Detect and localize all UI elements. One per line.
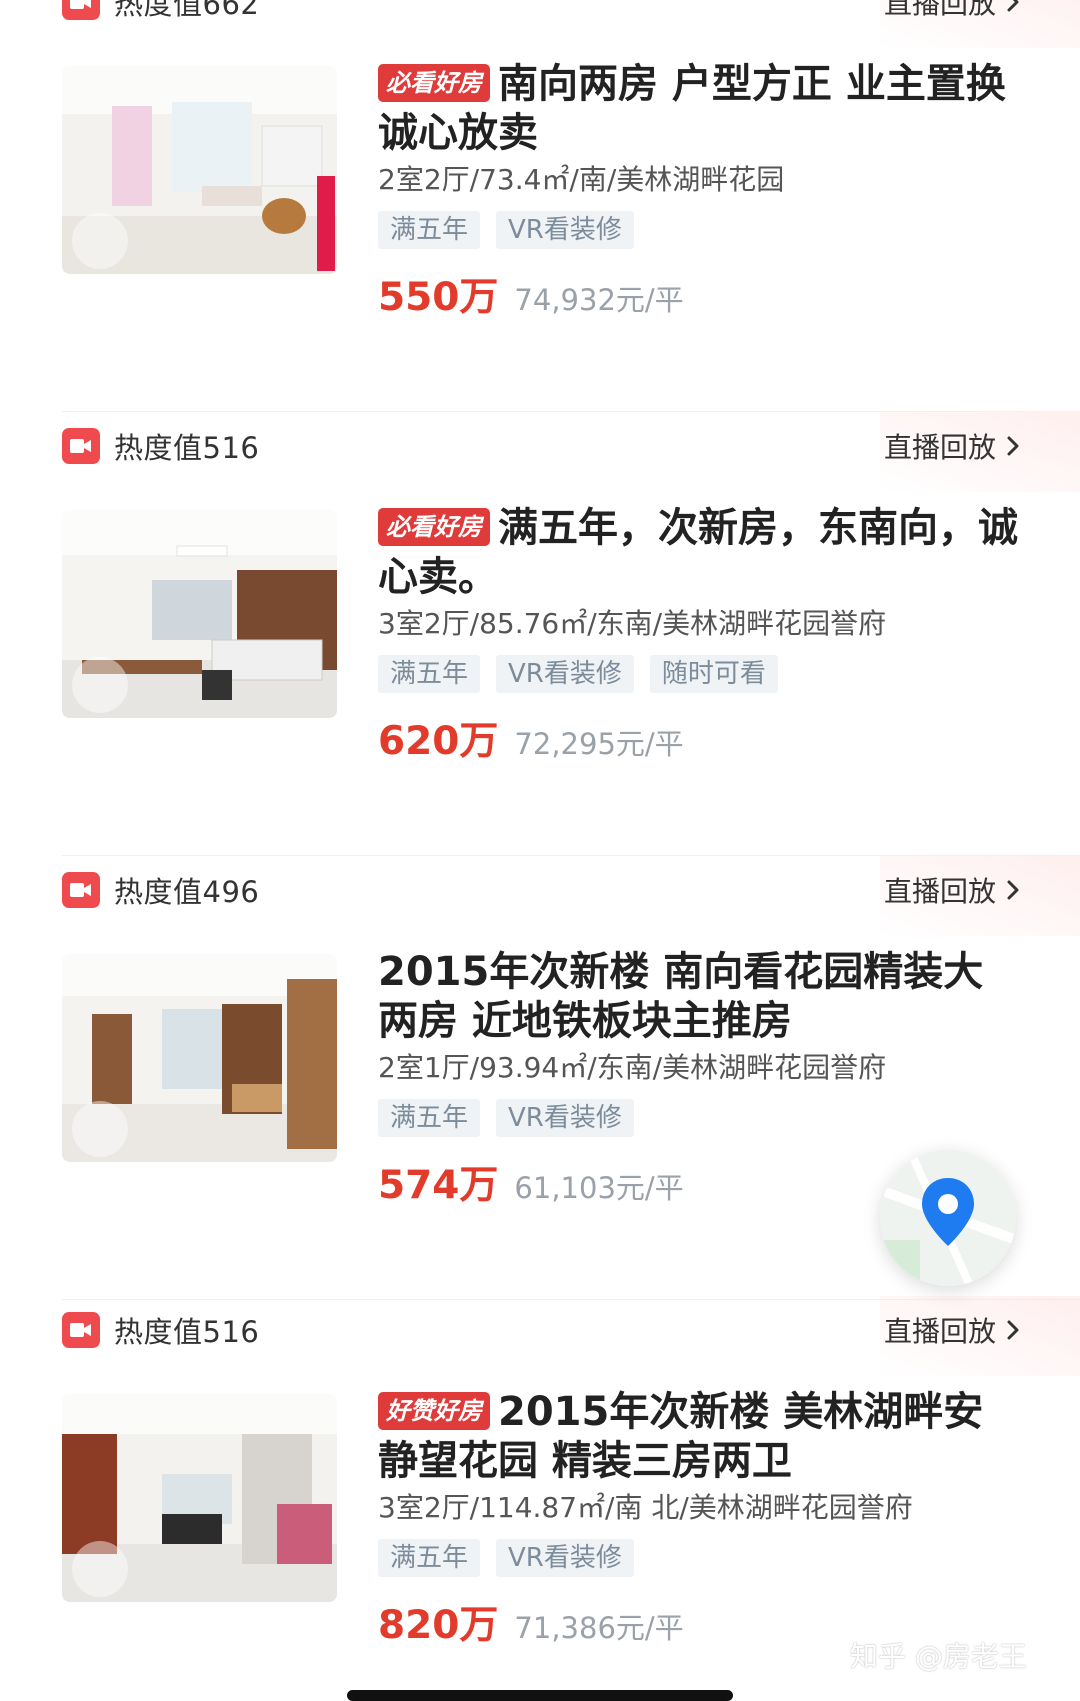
tag: 满五年 [378,655,481,693]
tag-list: 满五年 VR看装修 [378,1539,634,1577]
tag: VR看装修 [496,211,634,249]
video-camera-icon [62,872,100,908]
price-row: 550万 74,932元/平 [378,266,684,322]
tag: VR看装修 [496,1539,634,1577]
praised-badge: 好赞好房 [378,1392,490,1430]
heat-row: 热度值496 直播回放 [62,870,1020,910]
listing-page: { "listings": [ { "heat": "热度值662", "rep… [0,0,1080,1701]
listing-meta: 3室2厅/114.87㎡/南 北/美林湖畔花园誉府 [378,1491,913,1524]
price-row: 620万 72,295元/平 [378,710,684,766]
chevron-right-icon [1006,435,1020,457]
listing-meta: 2室1厅/93.94㎡/东南/美林湖畔花园誉府 [378,1051,887,1084]
tag: 满五年 [378,1539,481,1577]
total-price: 820万 [378,1603,499,1648]
listing-photo[interactable] [62,954,337,1162]
tag: 满五年 [378,211,481,249]
must-see-badge: 必看好房 [378,508,490,546]
listing-title[interactable]: 必看好房 满五年，次新房，东南向，诚心卖。 [378,504,1018,602]
tag: 随时可看 [649,655,778,693]
live-replay-label: 直播回放 [883,1315,996,1348]
total-price: 550万 [378,275,499,320]
listing-title-text: 2015年次新楼 南向看花园精装大两房 近地铁板块主推房 [378,949,984,1044]
watermark: 知乎 @房老王 [850,1640,1027,1673]
listing-meta: 3室2厅/85.76㎡/东南/美林湖畔花园誉府 [378,607,887,640]
total-price: 574万 [378,1163,499,1208]
live-replay-link[interactable]: 直播回放 [884,870,1020,910]
listing-photo[interactable] [62,66,337,274]
listing-photo[interactable] [62,1394,337,1602]
total-price: 620万 [378,719,499,764]
price-row: 820万 71,386元/平 [378,1594,684,1650]
chevron-right-icon [1006,0,1020,13]
tag-list: 满五年 VR看装修 [378,1099,634,1137]
unit-price: 61,103元/平 [514,1171,684,1205]
heat-value: 热度值516 [114,431,260,465]
map-pin-icon [880,1150,1016,1286]
unit-price: 72,295元/平 [514,727,684,761]
heat-row: 热度值662 直播回放 [62,0,1020,22]
video-camera-icon [62,1312,100,1348]
heat-value: 热度值516 [114,1315,260,1349]
chevron-right-icon [1006,879,1020,901]
live-replay-link[interactable]: 直播回放 [884,1310,1020,1350]
home-indicator[interactable] [347,1690,733,1701]
listing-photo[interactable] [62,510,337,718]
listing-title[interactable]: 必看好房 南向两房 户型方正 业主置换 诚心放卖 [378,60,1018,158]
listing-title[interactable]: 2015年次新楼 南向看花园精装大两房 近地铁板块主推房 [378,948,1018,1046]
live-replay-label: 直播回放 [883,431,996,464]
tag-list: 满五年 VR看装修 随时可看 [378,655,778,693]
heat-value: 热度值662 [114,0,260,21]
listing-title[interactable]: 好赞好房 2015年次新楼 美林湖畔安静望花园 精装三房两卫 [378,1388,1018,1486]
heat-row: 热度值516 直播回放 [62,1310,1020,1350]
price-row: 574万 61,103元/平 [378,1154,684,1210]
listing-card[interactable]: 热度值662 直播回放 必看好房 南向两房 户型方正 业主置换 诚心放卖 2室2厅… [0,0,1080,412]
live-replay-label: 直播回放 [883,0,996,20]
must-see-badge: 必看好房 [378,64,490,102]
tag: VR看装修 [496,1099,634,1137]
video-camera-icon [62,0,100,20]
tag: VR看装修 [496,655,634,693]
video-camera-icon [62,428,100,464]
chevron-right-icon [1006,1319,1020,1341]
live-replay-label: 直播回放 [883,875,996,908]
unit-price: 74,932元/平 [514,283,684,317]
live-replay-link[interactable]: 直播回放 [884,0,1020,22]
tag: 满五年 [378,1099,481,1137]
heat-value: 热度值496 [114,875,260,909]
listing-meta: 2室2厅/73.4㎡/南/美林湖畔花园 [378,163,785,196]
heat-row: 热度值516 直播回放 [62,426,1020,466]
tag-list: 满五年 VR看装修 [378,211,634,249]
listing-card[interactable]: 热度值516 直播回放 必看好房 满五年，次新房，东南向，诚心卖。 3室2厅/85… [0,412,1080,856]
unit-price: 71,386元/平 [514,1611,684,1645]
map-button[interactable] [880,1150,1016,1286]
live-replay-link[interactable]: 直播回放 [884,426,1020,466]
